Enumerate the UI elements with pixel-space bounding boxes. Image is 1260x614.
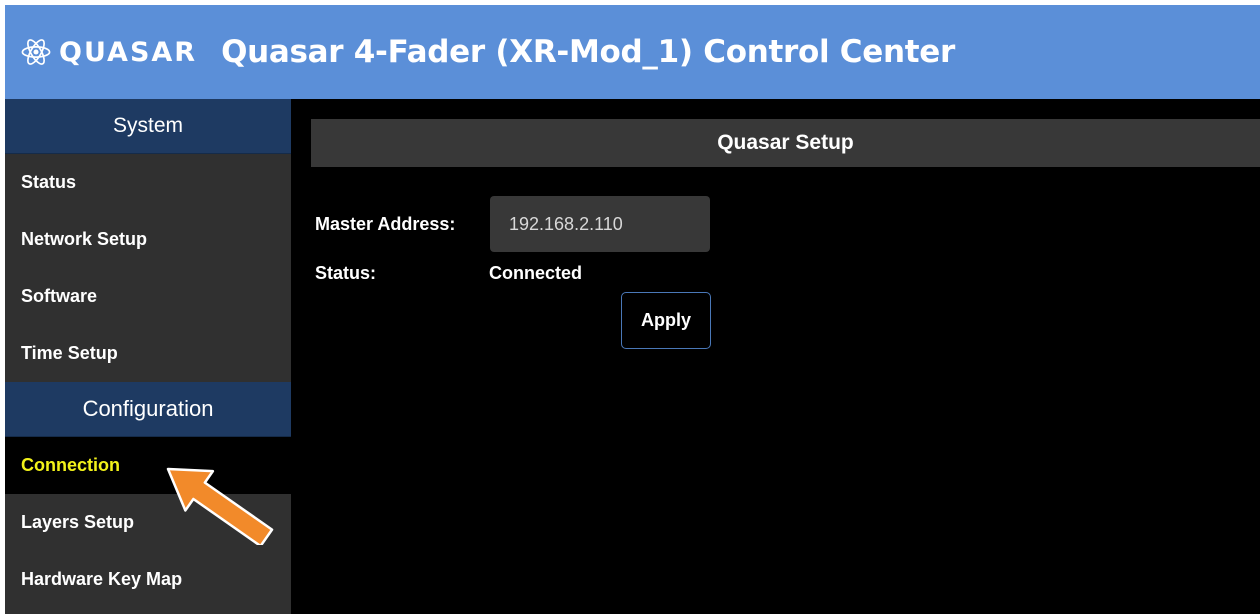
sidebar-item-time-setup[interactable]: Time Setup bbox=[5, 325, 291, 382]
sidebar-section-configuration: Configuration bbox=[5, 382, 291, 437]
brand-logo: QUASAR bbox=[19, 35, 197, 69]
sidebar: System Status Network Setup Software Tim… bbox=[5, 99, 291, 614]
main-content: Quasar Setup Master Address: Status: Con… bbox=[291, 99, 1260, 614]
panel-title: Quasar Setup bbox=[311, 119, 1260, 167]
app-window: QUASAR Quasar 4-Fader (XR-Mod_1) Control… bbox=[5, 5, 1260, 614]
sidebar-item-software[interactable]: Software bbox=[5, 268, 291, 325]
sidebar-item-status[interactable]: Status bbox=[5, 154, 291, 211]
sidebar-item-network-setup[interactable]: Network Setup bbox=[5, 211, 291, 268]
sidebar-item-connection[interactable]: Connection bbox=[5, 437, 291, 494]
apply-button[interactable]: Apply bbox=[621, 292, 711, 349]
master-address-label: Master Address: bbox=[315, 214, 456, 234]
sidebar-item-hardware-key-map[interactable]: Hardware Key Map bbox=[5, 551, 291, 608]
status-label: Status: bbox=[315, 263, 377, 283]
master-address-input[interactable] bbox=[490, 196, 710, 252]
status-value: Connected bbox=[489, 263, 583, 283]
brand-wordmark: QUASAR bbox=[59, 36, 198, 68]
sidebar-item-layers-setup[interactable]: Layers Setup bbox=[5, 494, 291, 551]
page-title: Quasar 4-Fader (XR-Mod_1) Control Center bbox=[221, 34, 955, 70]
sidebar-section-system: System bbox=[5, 99, 291, 154]
atom-logo-icon bbox=[21, 39, 51, 65]
app-header: QUASAR Quasar 4-Fader (XR-Mod_1) Control… bbox=[5, 5, 1260, 99]
